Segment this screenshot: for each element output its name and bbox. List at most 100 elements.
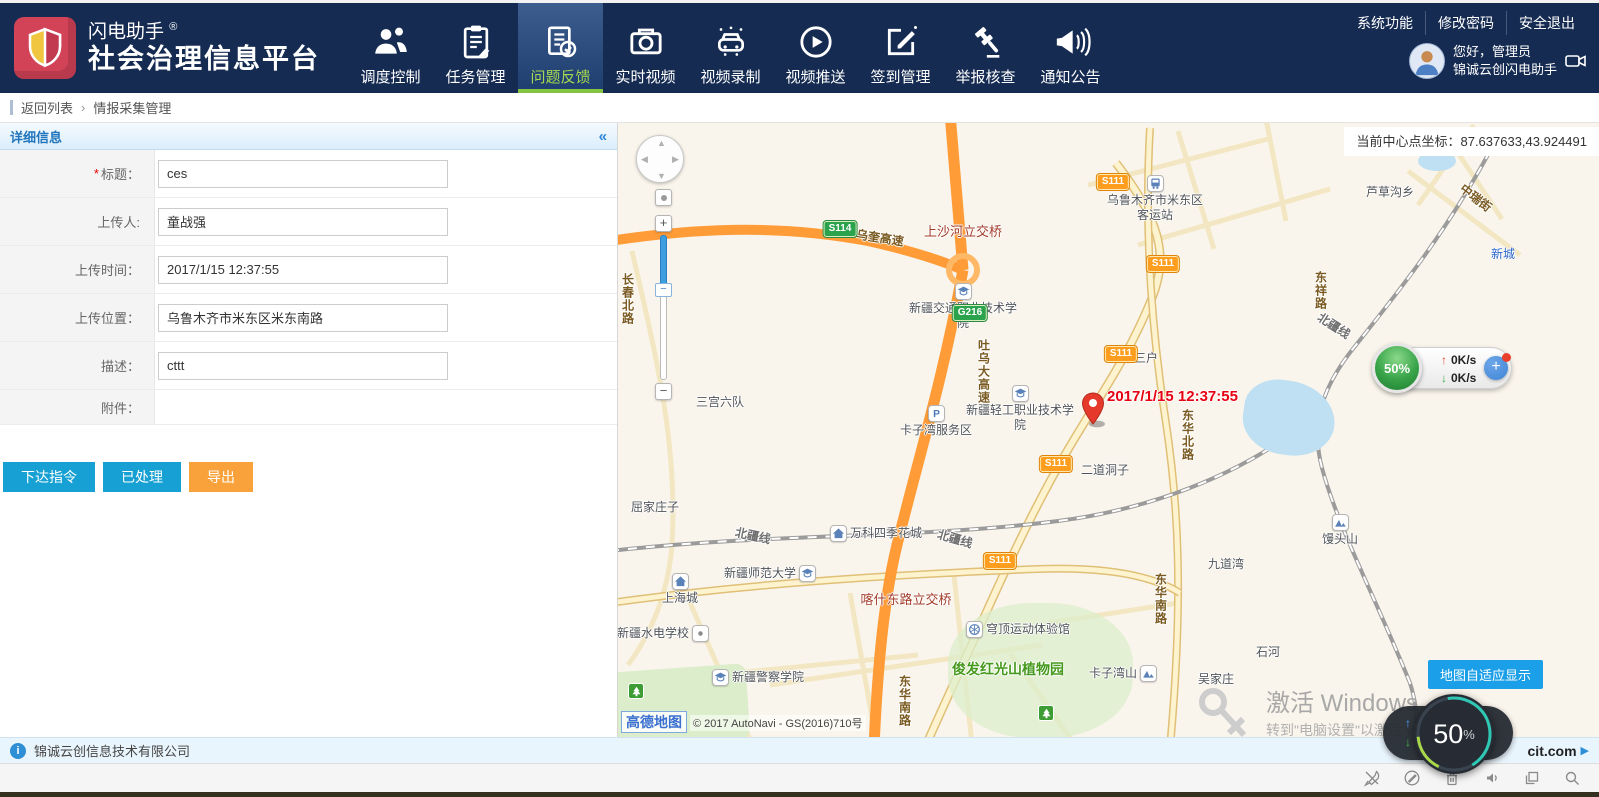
nav-item-label: 视频推送 [785,66,845,87]
road-badge-S111: S111 [1147,256,1179,272]
uploader-input[interactable] [158,208,448,236]
map-poi-label: 卡子湾山 [1089,666,1137,681]
upload-arrow-icon: ↑ [1437,351,1451,369]
upload-time-input[interactable] [158,256,448,284]
field-label-upload-time: 上传时间： [0,246,155,293]
nav-item-1[interactable]: 调度控制 [348,3,433,93]
nav-item-9[interactable]: 通知公告 [1028,3,1113,93]
record-car-icon [711,22,751,62]
tree-icon [1038,705,1054,721]
user-icon [1410,44,1444,78]
map-poi-label: 万科四季花城 [850,526,922,541]
notice-megaphone-icon [1051,22,1091,62]
map-label: 长春北路 [620,273,637,325]
bus-icon [1147,175,1164,192]
description-input[interactable] [158,352,448,380]
top-link-2[interactable]: 修改密码 [1425,11,1506,35]
map-poi-label: 上海城 [662,591,698,606]
processed-button[interactable]: 已处理 [103,462,181,492]
map-label: 东祥路 [1313,271,1330,310]
nav-item-label: 任务管理 [445,66,505,87]
dot-icon [692,625,709,642]
top-link-3[interactable]: 安全退出 [1506,11,1587,35]
map-label: 新城 [1491,245,1515,262]
brand-line2: 社会治理信息平台 [88,44,320,75]
nav-item-7[interactable]: 签到管理 [858,3,943,93]
nav-item-6[interactable]: 视频推送 [773,3,858,93]
college-icon [799,565,816,582]
live-camera-icon [626,22,666,62]
nav-item-5[interactable]: 视频录制 [688,3,773,93]
road-badge-S111: S111 [1097,174,1129,190]
collapse-panel-icon[interactable]: « [599,128,607,145]
map-poi: P卡子湾服务区 [900,405,972,438]
app-logo [14,17,76,79]
footer-bar: i 锦诚云创信息技术有限公司 版权所有 cit.com ▶ [0,737,1599,763]
issue-command-button[interactable]: 下达指令 [3,462,95,492]
map-poi: 卡子湾山 [1089,665,1157,682]
main-content: 详细信息 « *标题：上传人:上传时间：上传位置：描述：附件： 下达指令已处理导… [0,123,1599,737]
domain-text[interactable]: cit.com [1528,743,1577,759]
title-input[interactable] [158,160,448,188]
user-greeting: 您好，管理员 锦诚云创闪电助手 [1453,43,1557,78]
pan-left-icon[interactable]: ◀ [641,154,648,165]
map-label: 东华南路 [1153,573,1170,625]
map-label: 二道洞子 [1081,461,1129,478]
location-marker-icon[interactable] [1080,391,1108,429]
brand-text: 闪电助手 ® 社会治理信息平台 [88,21,320,74]
main-nav: 调度控制任务管理问题反馈实时视频视频录制视频推送签到管理举报核查通知公告 [348,3,1113,93]
top-links: 系统功能修改密码安全退出 [1345,11,1587,35]
upload-location-input[interactable] [158,304,448,332]
form-row-description: 描述： [0,342,617,390]
progress-circle-50-percent[interactable]: 50 % [1414,694,1494,774]
map-poi-label: 新疆轻工职业技术学院 [961,403,1079,433]
zoom-out-button[interactable]: − [655,383,672,400]
map-locate-button[interactable] [655,189,672,206]
search-icon[interactable] [1563,769,1581,787]
nav-item-2[interactable]: 任务管理 [433,3,518,93]
nav-item-4[interactable]: 实时视频 [603,3,688,93]
road-badge-S111: S111 [1105,346,1137,362]
map-label: 东华北路 [1180,409,1197,461]
zoom-in-button[interactable]: + [655,215,672,232]
map-poi: 新疆水电学校 [618,625,709,642]
marker-time-label: 2017/1/15 12:37:55 [1107,388,1238,405]
map-pan-control[interactable]: ▲ ▼ ◀ ▶ [636,135,684,183]
form-row-uploader: 上传人: [0,198,617,246]
panel-header: 详细信息 « [0,123,617,150]
map-poi: 万科四季花城 [830,525,922,542]
map-fit-button[interactable]: 地图自适应显示 [1428,660,1543,689]
rocket-icon[interactable] [1363,769,1381,787]
nav-item-8[interactable]: 举报核查 [943,3,1028,93]
back-to-list-link[interactable]: 返回列表 [21,98,73,117]
nav-item-label: 通知公告 [1040,66,1100,87]
avatar[interactable] [1409,43,1445,79]
map-label: 喀什东路立交桥 [860,589,951,608]
mountain-icon [1331,514,1348,531]
download-rate: 0K/s [1451,371,1476,385]
taskbar-edge [0,792,1599,797]
window-restore-icon[interactable] [1523,769,1541,787]
speed-ball-50-percent[interactable]: 50% [1372,343,1422,393]
top-link-1[interactable]: 系统功能 [1345,11,1425,35]
expand-arrow-icon[interactable]: ▶ [1581,744,1589,757]
map-label: 屈家庄子 [631,498,679,515]
amap-logo[interactable]: 高德地图 [621,711,687,733]
video-camera-icon[interactable] [1565,53,1587,69]
pan-up-icon[interactable]: ▲ [657,138,666,148]
export-button[interactable]: 导出 [189,462,253,492]
registered-mark: ® [169,21,177,33]
college-icon [712,669,729,686]
form-rows: *标题：上传人:上传时间：上传位置：描述：附件： [0,150,617,425]
field-value-upload-location [155,294,617,341]
pan-down-icon[interactable]: ▼ [657,171,666,181]
mountain-icon [1140,665,1157,682]
zoom-slider-handle[interactable]: − [655,283,672,297]
map-poi-label: 卡子湾服务区 [900,423,972,438]
pan-right-icon[interactable]: ▶ [672,154,679,165]
nav-item-3[interactable]: 问题反馈 [518,3,603,93]
map-canvas[interactable]: 芦草沟乡乌鲁木齐市米东区客运站上沙河立交桥乌奎高速中瑞街新城东祥路新疆交通职业技… [618,123,1599,737]
college-icon [955,283,972,300]
map-poi-label: 新疆师范大学 [724,566,796,581]
map-poi: 新疆警察学院 [712,669,804,686]
